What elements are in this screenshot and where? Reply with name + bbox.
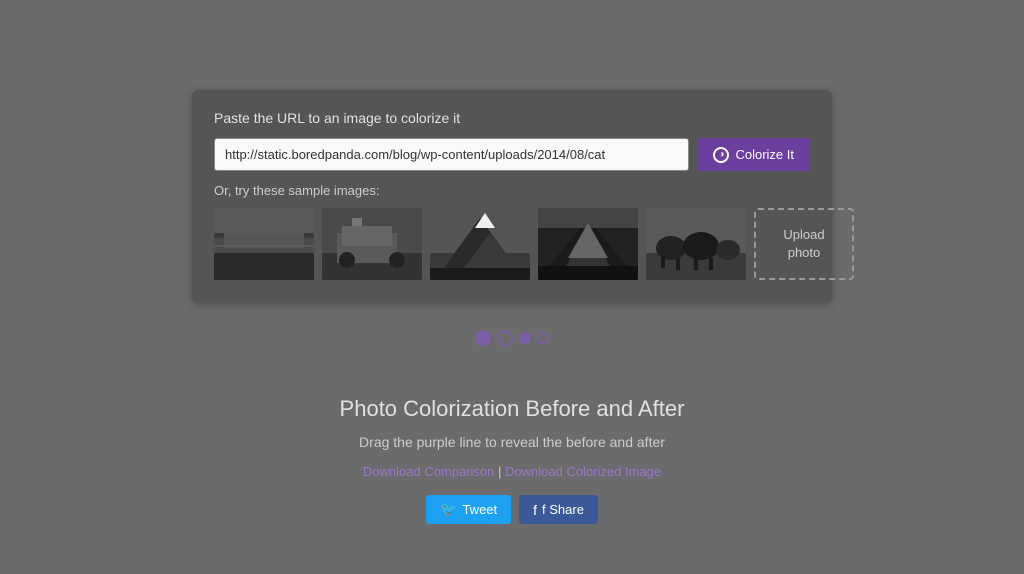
sample-image-4[interactable] [538,208,638,280]
download-colorized-link[interactable]: Download Colorized Image [505,464,661,479]
social-row: 🐦 Tweet f f Share [340,495,685,524]
upload-photo-button[interactable]: Upload photo [754,208,854,280]
sample-label: Or, try these sample images: [214,183,810,198]
colorize-label: Colorize It [735,147,794,162]
section-title: Photo Colorization Before and After [340,396,685,422]
url-input[interactable] [214,138,689,171]
dot-3 [519,332,531,344]
url-row: ◑ Colorize It [214,138,810,171]
thumbnails-row: Upload photo [214,208,810,280]
colorize-icon: ◑ [713,147,729,163]
sample-image-5[interactable] [646,208,746,280]
bottom-section: Photo Colorization Before and After Drag… [340,396,685,524]
sample-image-2[interactable] [322,208,422,280]
dot-2 [497,330,513,346]
sample-image-1[interactable] [214,208,314,280]
share-label: f Share [542,502,584,517]
dots-row [475,330,549,346]
section-subtitle: Drag the purple line to reveal the befor… [340,434,685,450]
upload-label-line1: Upload [783,226,824,244]
twitter-icon: 🐦 [440,501,457,518]
dot-4 [537,332,549,344]
main-container: Paste the URL to an image to colorize it… [0,0,1024,524]
facebook-icon: f [533,502,537,518]
colorize-card: Paste the URL to an image to colorize it… [192,90,832,302]
tweet-button[interactable]: 🐦 Tweet [426,495,511,524]
dot-1 [475,330,491,346]
facebook-share-button[interactable]: f f Share [519,495,598,524]
card-title: Paste the URL to an image to colorize it [214,110,810,126]
download-comparison-link[interactable]: Download Comparison [363,464,495,479]
upload-label-line2: photo [788,244,821,262]
sample-image-3[interactable] [430,208,530,280]
tweet-label: Tweet [462,502,497,517]
colorize-button[interactable]: ◑ Colorize It [697,138,810,171]
link-separator: | [498,464,505,479]
links-row: Download Comparison | Download Colorized… [340,464,685,479]
